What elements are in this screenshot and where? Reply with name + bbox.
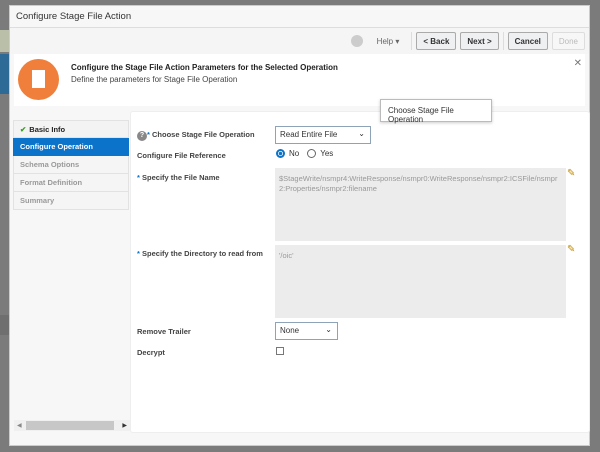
file-name-field[interactable]: $StageWrite/nsmpr4:WriteResponse/nsmpr0:… [275, 168, 566, 241]
tooltip: Choose Stage File Operation [380, 99, 492, 124]
edit-pencil-icon[interactable]: ✎ [567, 244, 575, 255]
divider [502, 32, 504, 50]
edit-pencil-icon[interactable]: ✎ [567, 168, 575, 179]
directory-field[interactable]: '/oic' [275, 245, 566, 318]
divider [411, 32, 413, 50]
next-button[interactable]: Next > [460, 32, 499, 50]
nav-label: Basic Info [29, 125, 66, 134]
nav-item-basic-info[interactable]: ✔ Basic Info [13, 120, 129, 138]
checkmark-icon: ✔ [20, 125, 27, 134]
user-icon[interactable] [350, 35, 363, 47]
remove-trailer-label: Remove Trailer [137, 327, 191, 336]
nav-item-summary: Summary [13, 192, 129, 210]
chevron-down-icon: ⌄ [325, 325, 332, 334]
chevron-down-icon: ⌄ [358, 129, 365, 138]
operation-select[interactable]: Read Entire File ⌄ [275, 126, 371, 144]
cancel-button[interactable]: Cancel [507, 32, 548, 50]
wizard-nav: ✔ Basic Info Configure Operation Schema O… [13, 120, 129, 210]
help-menu[interactable]: Help ▾ [377, 37, 400, 46]
radio-no[interactable] [276, 149, 285, 158]
configure-stage-file-dialog: Configure Stage File Action Help ▾ < Bac… [9, 5, 590, 446]
header-title: Configure the Stage File Action Paramete… [71, 63, 338, 72]
nav-item-format-definition: Format Definition [13, 174, 129, 192]
help-icon[interactable]: ? [137, 131, 147, 141]
wizard-header: Configure the Stage File Action Paramete… [14, 54, 585, 106]
file-reference-label: Configure File Reference [137, 151, 226, 160]
stage-file-icon [18, 59, 59, 100]
radio-yes-label: Yes [320, 149, 334, 158]
nav-item-schema-options: Schema Options [13, 156, 129, 174]
close-icon[interactable]: ✕ [574, 58, 582, 69]
form-panel: ? * Choose Stage File Operation Read Enti… [130, 111, 590, 433]
toolbar: Help ▾ < Back Next > Cancel Done [10, 28, 589, 54]
dialog-title: Configure Stage File Action [10, 6, 589, 28]
decrypt-checkbox[interactable] [276, 347, 284, 355]
horizontal-scrollbar[interactable]: ◀ ▶ [14, 420, 130, 431]
back-button[interactable]: < Back [416, 32, 457, 50]
nav-item-configure-operation[interactable]: Configure Operation [13, 138, 129, 156]
header-subtitle: Define the parameters for Stage File Ope… [71, 75, 238, 84]
radio-no-label: No [289, 149, 300, 158]
file-name-label: * Specify the File Name [137, 173, 220, 182]
file-reference-radio-group: No Yes [276, 149, 333, 158]
done-button: Done [551, 32, 585, 50]
remove-trailer-select[interactable]: None ⌄ [275, 322, 338, 340]
radio-yes[interactable] [307, 149, 317, 158]
operation-label: ? * Choose Stage File Operation [137, 130, 255, 141]
directory-label: * Specify the Directory to read from [137, 249, 263, 258]
decrypt-label: Decrypt [137, 348, 165, 357]
